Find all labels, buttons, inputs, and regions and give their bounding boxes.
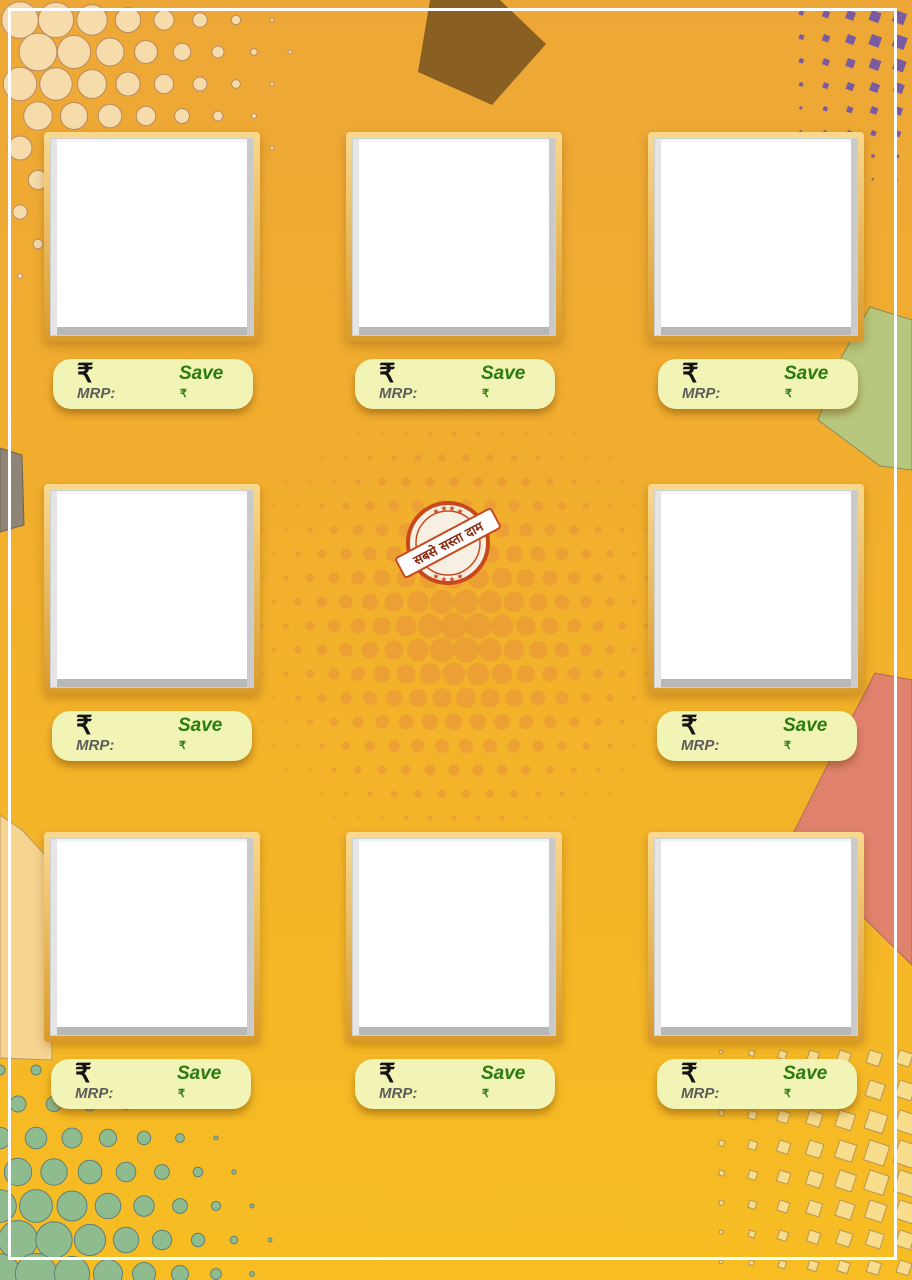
- mrp-label: MRP:: [681, 1085, 720, 1102]
- green-circle: [210, 1268, 222, 1280]
- mrp-label: MRP:: [77, 385, 116, 402]
- save-rupee-icon: ₹: [785, 388, 792, 400]
- flyer-page: ₹ MRP: Save ₹ ₹ MRP: Save ₹ ₹ MRP: Save …: [0, 0, 912, 1280]
- cream-square: [836, 1259, 851, 1275]
- save-rupee-icon: ₹: [784, 1088, 791, 1100]
- price-tag: ₹ MRP: Save ₹: [355, 358, 555, 409]
- product-image-frame[interactable]: [44, 484, 260, 694]
- save-rupee-icon: ₹: [482, 388, 489, 400]
- product-image-frame[interactable]: [648, 132, 864, 342]
- save-rupee-icon: ₹: [482, 1088, 489, 1100]
- cream-square: [894, 1079, 912, 1102]
- product-image-frame[interactable]: [346, 832, 562, 1042]
- cream-square: [865, 1259, 883, 1276]
- save-label: Save: [179, 363, 224, 384]
- svg-text:★: ★: [456, 507, 463, 516]
- save-label: Save: [178, 715, 223, 736]
- mrp-label: MRP:: [75, 1085, 114, 1102]
- product-image-frame[interactable]: [44, 832, 260, 1042]
- price-tag: ₹ MRP: Save ₹: [657, 1058, 857, 1109]
- svg-text:★: ★: [448, 504, 455, 513]
- cream-square: [895, 1049, 912, 1068]
- price-tag: ₹ MRP: Save ₹: [658, 358, 858, 409]
- cream-square: [718, 1259, 724, 1265]
- price-tag: ₹ MRP: Save ₹: [53, 358, 253, 409]
- price-tag: ₹ MRP: Save ₹: [355, 1058, 555, 1109]
- save-label: Save: [784, 363, 829, 384]
- cream-square: [747, 1259, 756, 1267]
- green-circle: [0, 1064, 6, 1076]
- svg-text:★: ★: [440, 575, 447, 584]
- save-label: Save: [481, 363, 526, 384]
- cream-square: [777, 1259, 788, 1270]
- green-circle: [93, 1259, 123, 1280]
- mrp-label: MRP:: [379, 385, 418, 402]
- save-rupee-icon: ₹: [784, 740, 791, 752]
- save-label: Save: [783, 715, 828, 736]
- product-image-frame[interactable]: [44, 132, 260, 342]
- mrp-label: MRP:: [379, 1085, 418, 1102]
- cream-square: [806, 1259, 820, 1273]
- cream-square: [895, 1259, 912, 1277]
- green-circle: [171, 1265, 189, 1280]
- svg-text:★: ★: [456, 572, 463, 581]
- save-rupee-icon: ₹: [180, 388, 187, 400]
- save-rupee-icon: ₹: [178, 1088, 185, 1100]
- svg-text:★: ★: [432, 507, 439, 516]
- cream-square: [894, 1229, 912, 1251]
- price-tag: ₹ MRP: Save ₹: [51, 1058, 251, 1109]
- sabse-sasta-daam-seal: ★ ★ ★ ★ ★ ★ ★ ★ सबसे सस्ता दाम: [395, 501, 501, 585]
- green-circle: [132, 1262, 156, 1280]
- price-tag: ₹ MRP: Save ₹: [657, 710, 857, 761]
- product-image-frame[interactable]: [648, 832, 864, 1042]
- save-label: Save: [783, 1063, 828, 1084]
- save-label: Save: [481, 1063, 526, 1084]
- mrp-label: MRP:: [76, 737, 115, 754]
- svg-text:★: ★: [440, 504, 447, 513]
- mrp-label: MRP:: [681, 737, 720, 754]
- svg-text:★: ★: [448, 575, 455, 584]
- save-rupee-icon: ₹: [179, 740, 186, 752]
- green-circle: [249, 1271, 255, 1277]
- svg-text:★: ★: [432, 572, 439, 581]
- product-image-frame[interactable]: [346, 132, 562, 342]
- product-image-frame[interactable]: [648, 484, 864, 694]
- price-tag: ₹ MRP: Save ₹: [52, 710, 252, 761]
- save-label: Save: [177, 1063, 222, 1084]
- mrp-label: MRP:: [682, 385, 721, 402]
